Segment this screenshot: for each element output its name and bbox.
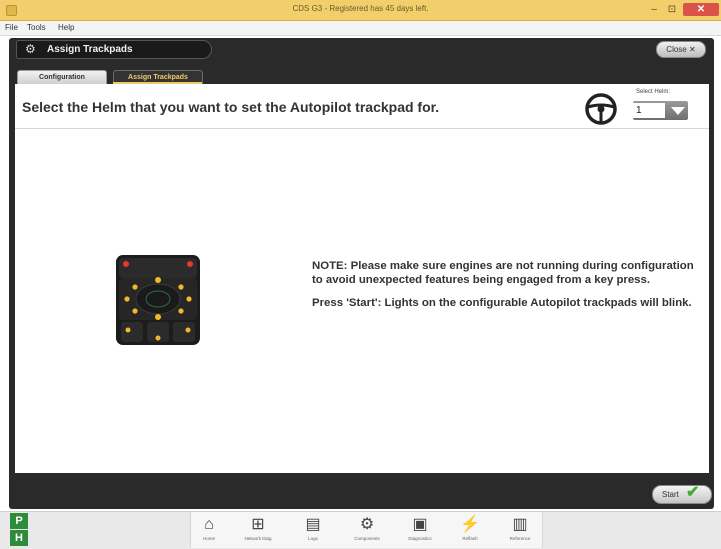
nav-reference-label: Reference [509,536,531,541]
nav-logs-label: Logs [308,536,318,541]
status-p-indicator: P [10,513,28,529]
gear-icon: ⚙ [25,42,36,56]
menu-file[interactable]: File [5,23,18,32]
nav-network[interactable]: ⊞ Network Diag [240,512,276,548]
nav-reference[interactable]: ▥ Reference [502,512,538,548]
minimize-button[interactable]: – [646,3,662,16]
panel-header: Select the Helm that you want to set the… [15,84,709,129]
menu-tools[interactable]: Tools [27,23,46,32]
window-titlebar: CDS G3 - Registered has 45 days left. – … [0,0,721,21]
menu-help[interactable]: Help [58,23,74,32]
note-instruction: Press 'Start': Lights on the configurabl… [312,296,692,309]
nav-reflash[interactable]: ⚡ Reflash [452,512,488,548]
content-panel: Select the Helm that you want to set the… [15,84,709,473]
bottom-nav: ⌂ Home ⊞ Network Diag ▤ Logs ⚙ Component… [190,512,543,548]
nav-reflash-label: Reflash [462,536,478,541]
reflash-icon: ⚡ [460,516,480,533]
network-icon: ⊞ [251,516,265,533]
status-h-indicator: H [10,530,28,546]
note-warning: NOTE: Please make sure engines are not r… [312,260,694,286]
start-button[interactable]: Start ✔ [652,484,712,504]
close-button[interactable]: Close ✕ [656,41,706,58]
helm-select[interactable]: 1 [633,101,688,120]
diagnostics-icon: ▣ [412,516,428,533]
checkmark-icon: ✔ [686,484,700,501]
chevron-down-icon [671,107,685,115]
nav-home-label: Home [202,536,215,541]
nav-home[interactable]: ⌂ Home [191,512,227,548]
engine-icon: ⚙ [359,516,375,533]
nav-diagnostics[interactable]: ▣ Diagnostics [402,512,438,548]
nav-components[interactable]: ⚙ Components [349,512,385,548]
menu-bar: File Tools Help [0,21,721,36]
window-title: CDS G3 - Registered has 45 days left. [292,4,429,13]
page-title: Assign Trackpads [47,44,133,55]
select-helm-label: Select Helm: [636,89,671,95]
steering-wheel-icon [585,93,617,125]
close-icon: ✕ [688,45,696,54]
nav-network-label: Network Diag [244,536,272,541]
helm-select-value: 1 [633,103,665,118]
maximize-button[interactable]: ⊡ [664,3,680,16]
manual-icon: ▥ [512,516,528,533]
window-close-button[interactable]: ✕ [683,3,719,16]
note-text: NOTE: Please make sure engines are not r… [312,260,702,319]
home-icon: ⌂ [204,516,214,533]
close-button-label: Close [666,45,687,54]
nav-diagnostics-label: Diagnostics [408,536,432,541]
logs-icon: ▤ [305,516,321,533]
page-header: ⚙ Assign Trackpads [16,40,212,59]
instruction-title: Select the Helm that you want to set the… [22,99,440,115]
tab-configuration[interactable]: Configuration [17,70,107,84]
trackpad-image [116,255,200,345]
start-button-label: Start [662,490,679,499]
nav-components-label: Components [354,536,380,541]
nav-logs[interactable]: ▤ Logs [295,512,331,548]
